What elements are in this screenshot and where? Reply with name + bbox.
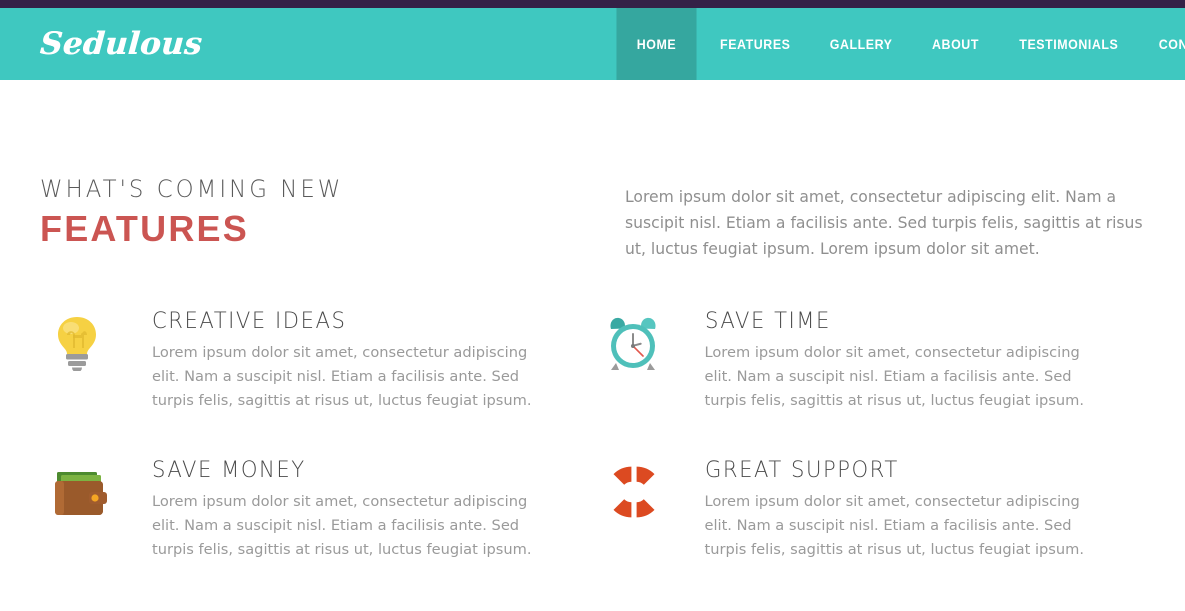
nav-item-contact[interactable]: CONTACT bbox=[1144, 8, 1185, 80]
wallet-icon bbox=[55, 472, 107, 516]
section-intro: What's coming new Features Lorem ipsum d… bbox=[40, 80, 1145, 262]
lightbulb-icon bbox=[58, 317, 96, 371]
feature-text-wrap: Great Support Lorem ipsum dolor sit amet… bbox=[704, 458, 1106, 562]
nav-item-home[interactable]: HOME bbox=[616, 8, 697, 80]
feature-card: Creative Ideas Lorem ipsum dolor sit ame… bbox=[40, 309, 593, 413]
logo-container[interactable]: Sedulous bbox=[0, 8, 613, 80]
features-grid: Creative Ideas Lorem ipsum dolor sit ame… bbox=[40, 309, 1146, 608]
section-eyebrow: What's coming new bbox=[40, 175, 344, 203]
lifebuoy-support-icon bbox=[613, 466, 654, 518]
site-header: Sedulous HOME FEATURES GALLERY ABOUT TES… bbox=[0, 8, 1185, 80]
feature-icon-wrap bbox=[40, 459, 152, 562]
feature-title: Creative Ideas bbox=[152, 309, 347, 334]
nav-item-about[interactable]: ABOUT bbox=[916, 8, 994, 80]
alarm-clock-icon bbox=[609, 317, 656, 370]
feature-description: Lorem ipsum dolor sit amet, consectetur … bbox=[152, 493, 532, 559]
nav-item-features[interactable]: FEATURES bbox=[704, 8, 806, 80]
feature-description: Lorem ipsum dolor sit amet, consectetur … bbox=[152, 344, 532, 410]
top-accent-bar bbox=[0, 0, 1185, 8]
feature-description: Lorem ipsum dolor sit amet, consectetur … bbox=[704, 493, 1085, 559]
feature-title: Save Time bbox=[704, 309, 831, 334]
nav-item-testimonials[interactable]: TESTIMONIALS bbox=[1003, 8, 1133, 80]
feature-description: Lorem ipsum dolor sit amet, consectetur … bbox=[704, 344, 1085, 410]
main-content: What's coming new Features Lorem ipsum d… bbox=[0, 80, 1185, 608]
feature-title: Save Money bbox=[152, 458, 306, 484]
feature-card: Save Time Lorem ipsum dolor sit amet, co… bbox=[593, 309, 1146, 413]
feature-text-wrap: Save Time Lorem ipsum dolor sit amet, co… bbox=[704, 309, 1106, 413]
section-title: Features bbox=[40, 208, 249, 250]
feature-card: Save Money Lorem ipsum dolor sit amet, c… bbox=[40, 458, 593, 562]
feature-title: Great Support bbox=[704, 458, 899, 484]
site-logo[interactable]: Sedulous bbox=[39, 26, 204, 62]
feature-card: Great Support Lorem ipsum dolor sit amet… bbox=[593, 458, 1146, 562]
nav-item-gallery[interactable]: GALLERY bbox=[815, 8, 909, 80]
intro-heading-block: What's coming new Features bbox=[40, 176, 625, 262]
feature-text-wrap: Save Money Lorem ipsum dolor sit amet, c… bbox=[152, 458, 553, 562]
main-navigation: HOME FEATURES GALLERY ABOUT TESTIMONIALS… bbox=[613, 8, 1185, 80]
section-description: Lorem ipsum dolor sit amet, consectetur … bbox=[625, 188, 1143, 258]
feature-icon-wrap bbox=[593, 459, 705, 562]
feature-text-wrap: Creative Ideas Lorem ipsum dolor sit ame… bbox=[152, 309, 553, 413]
feature-icon-wrap bbox=[593, 310, 705, 413]
feature-icon-wrap bbox=[40, 310, 152, 413]
intro-paragraph-block: Lorem ipsum dolor sit amet, consectetur … bbox=[625, 176, 1145, 262]
